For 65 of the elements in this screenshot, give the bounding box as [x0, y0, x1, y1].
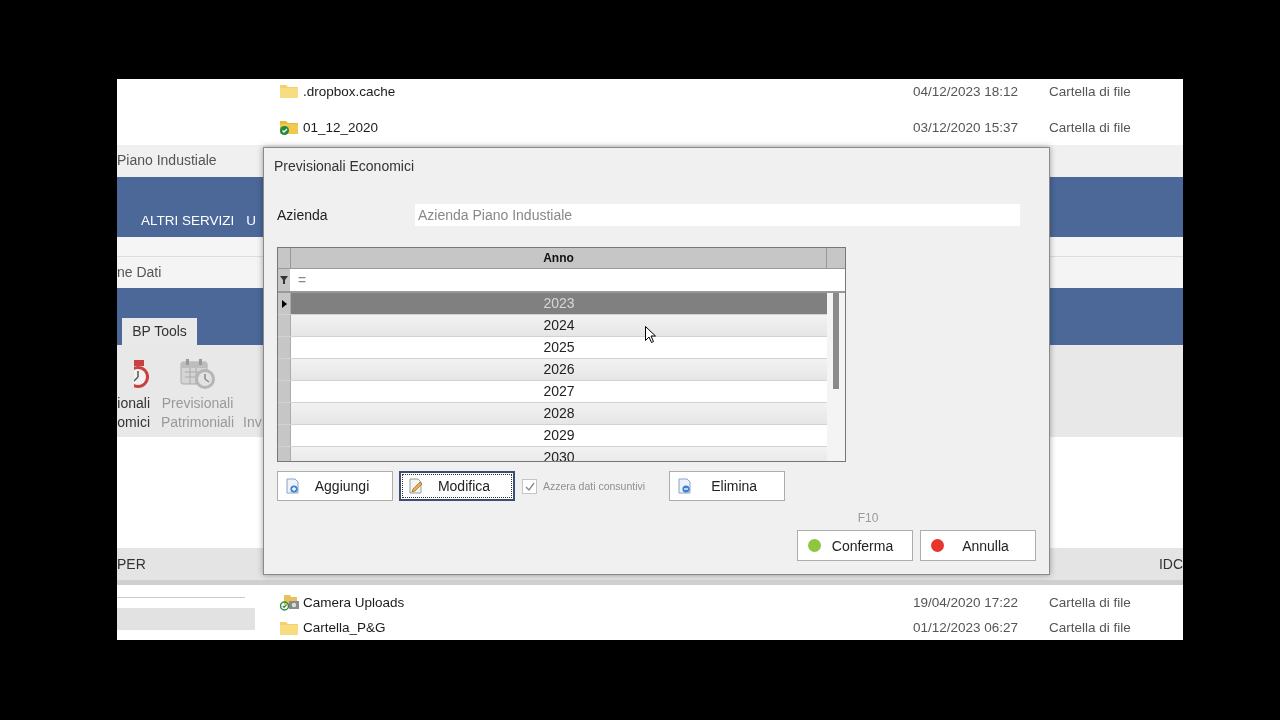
column-header[interactable]: IDC [1158, 548, 1183, 580]
calendar-clock-icon [179, 358, 216, 390]
row-indicator [278, 359, 291, 380]
grid-row[interactable]: 2025 [278, 337, 827, 359]
year-cell: 2029 [543, 427, 575, 443]
ribbon-tab[interactable]: U [246, 205, 257, 237]
edit-button[interactable]: Modifica [399, 471, 515, 501]
mouse-cursor-icon [645, 326, 656, 343]
file-name: 01_12_2020 [303, 119, 380, 135]
row-indicator [278, 381, 291, 402]
grid-row[interactable]: 2026 [278, 359, 827, 381]
year-cell: 2027 [543, 383, 575, 399]
folder-icon [280, 620, 298, 635]
grid-row[interactable]: 2027 [278, 381, 827, 403]
delete-button[interactable]: Elimina [669, 471, 786, 501]
file-type: Cartella di file [1049, 119, 1132, 135]
ribbon-tool-button[interactable]: ionali omici [117, 360, 150, 432]
window-title: Piano Industiale [117, 151, 217, 170]
row-indicator [278, 315, 291, 336]
dialog-button[interactable]: Annulla [920, 530, 1036, 561]
file-date: 04/12/2023 18:12 [912, 83, 1018, 99]
file-name: .dropbox.cache [303, 83, 397, 99]
file-row[interactable]: Cartella_P&G 01/12/2023 06:27 Cartella di file [280, 615, 1183, 640]
folder-icon [280, 84, 298, 98]
grid-row[interactable]: 2029 [278, 425, 827, 447]
remove-document-icon [678, 478, 693, 494]
file-row[interactable]: .dropbox.cache 04/12/2023 18:12 Cartella di file [280, 79, 1183, 103]
year-cell: 2023 [543, 295, 575, 311]
scrollbar[interactable] [827, 293, 845, 461]
alarm-clock-icon [134, 360, 150, 390]
check-icon [524, 481, 535, 491]
row-indicator [278, 403, 291, 424]
file-type: Cartella di file [1049, 620, 1132, 635]
file-date: 01/12/2023 06:27 [912, 620, 1018, 635]
edit-document-icon [409, 478, 423, 494]
file-type: Cartella di file [1049, 83, 1132, 99]
year-cell: 2026 [543, 361, 575, 377]
dialog-button[interactable]: Conferma [797, 530, 913, 561]
add-document-icon [286, 478, 300, 494]
file-name: Cartella_P&G [303, 620, 387, 635]
file-date: 03/12/2020 15:37 [912, 119, 1018, 135]
grid-row[interactable]: 2028 [278, 403, 827, 425]
dialog-title: Previsionali Economici [274, 157, 416, 176]
camera-folder-icon [280, 594, 299, 611]
filter-icon [280, 276, 288, 284]
filter-field[interactable]: = [290, 269, 845, 291]
file-type: Cartella di file [1049, 595, 1132, 610]
ribbon-tab[interactable]: BP Tools [122, 318, 197, 345]
add-button[interactable]: Aggiungi [277, 471, 393, 501]
row-indicator [278, 337, 291, 358]
file-row[interactable]: 01_12_2020 03/12/2020 15:37 Cartella di file [280, 115, 1183, 139]
year-cell: 2028 [543, 405, 575, 421]
year-cell: 2024 [543, 317, 575, 333]
folder-with-check-icon [280, 119, 298, 135]
file-date: 19/04/2020 17:22 [912, 595, 1018, 610]
shortcut-hint: F10 [856, 512, 880, 525]
current-row-icon [281, 299, 287, 308]
grid-row[interactable]: 2024 [278, 315, 827, 337]
year-cell: 2025 [543, 339, 575, 355]
ribbon-tab[interactable]: ALTRI SERVIZI [141, 205, 235, 237]
field-label: Azienda [277, 207, 329, 223]
column-header[interactable]: PER [117, 548, 146, 580]
company-field[interactable]: Azienda Piano Industiale [415, 204, 1020, 226]
file-row[interactable]: Camera Uploads 19/04/2020 17:22 Cartella di file [280, 590, 1183, 615]
file-name: Camera Uploads [303, 595, 406, 610]
